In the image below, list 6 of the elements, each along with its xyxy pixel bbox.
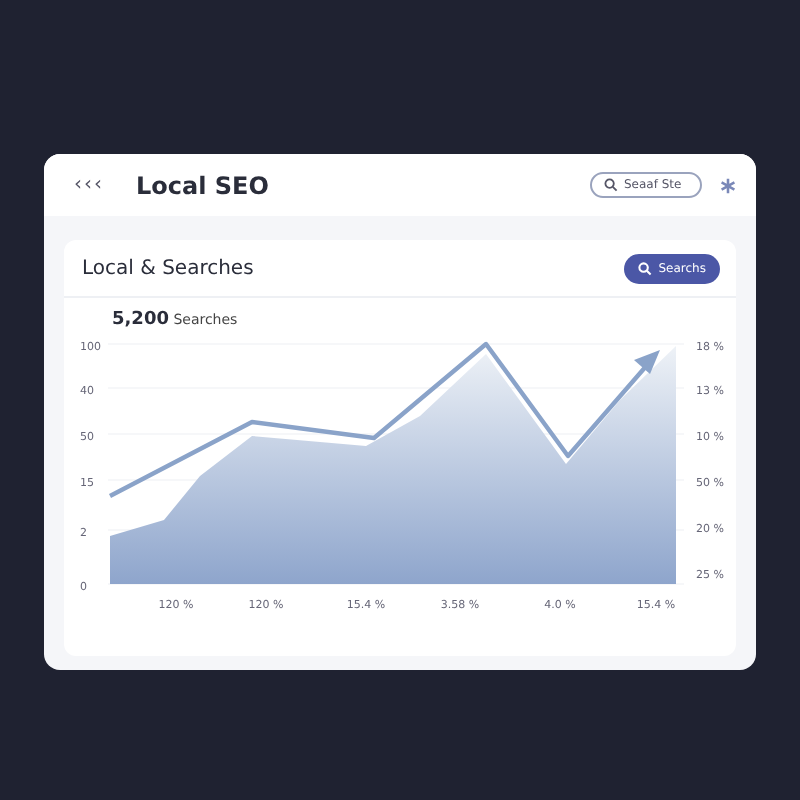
- back-button[interactable]: ‹‹‹: [74, 174, 104, 196]
- page-title: Local SEO: [136, 171, 271, 199]
- panel-title: Local & Searches: [82, 258, 254, 280]
- search-icon: [638, 262, 653, 276]
- search-icon: [604, 178, 618, 192]
- asterisk-icon[interactable]: [720, 177, 736, 193]
